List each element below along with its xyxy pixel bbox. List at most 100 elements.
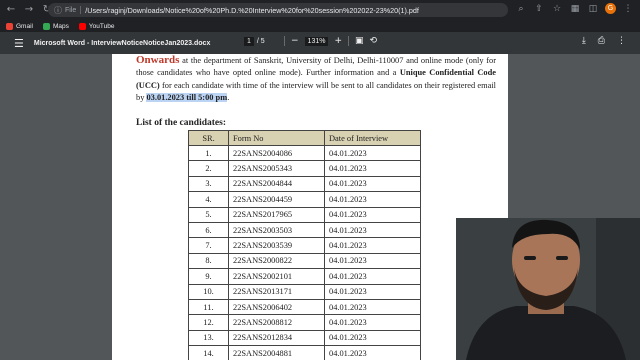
more-options-icon[interactable]: ⋮ xyxy=(617,36,626,46)
bookmark-gmail[interactable]: Gmail xyxy=(6,22,33,30)
bookmark-star-icon[interactable]: ☆ xyxy=(551,4,563,14)
more-menu-icon[interactable]: ⋮ xyxy=(622,4,634,14)
header-form-no: Form No xyxy=(228,130,325,146)
table-row: 10. 22SANS2013171 04.01.2023 xyxy=(188,283,421,300)
cell-form-no: 22SANS2004459 xyxy=(228,191,325,208)
share-icon[interactable]: ⇧ xyxy=(533,4,545,14)
cell-form-no: 22SANS2008812 xyxy=(228,314,325,331)
address-bar[interactable]: ⓘ File /Users/raginj/Downloads/Notice%20… xyxy=(48,3,508,17)
cell-form-no: 22SANS2006402 xyxy=(228,298,325,316)
table-row: 8. 22SANS2000822 04.01.2023 xyxy=(188,252,421,270)
cell-sr: 9. xyxy=(188,268,229,285)
table-row: 3. 22SANS2004844 04.01.2023 xyxy=(188,175,421,193)
toolbar-separator xyxy=(284,36,285,46)
zoom-icon[interactable]: ⌕ xyxy=(515,4,527,14)
cell-form-no: 22SANS2005343 xyxy=(228,160,325,177)
cell-sr: 1. xyxy=(188,144,229,162)
bookmark-label: Gmail xyxy=(16,22,33,30)
cell-form-no: 22SANS2012834 xyxy=(228,329,325,347)
page-indicator: 1 / 5 xyxy=(244,37,265,46)
cell-sr: 12. xyxy=(188,314,229,331)
cell-date: 04.01.2023 xyxy=(324,329,421,347)
cell-date: 04.01.2023 xyxy=(324,345,421,360)
table-row: 7. 22SANS2003539 04.01.2023 xyxy=(188,237,421,254)
paragraph-end: . xyxy=(227,93,230,103)
webcam-overlay xyxy=(456,218,640,360)
pdf-toolbar: ☰ Microsoft Word - InterviewNoticeNotice… xyxy=(0,32,640,54)
cell-form-no: 22SANS2013171 xyxy=(228,283,325,300)
cell-date: 04.01.2023 xyxy=(324,298,421,316)
forward-arrow-icon[interactable]: → xyxy=(22,3,36,17)
table-header-row: SR. Form No Date of Interview xyxy=(188,130,421,146)
cell-sr: 10. xyxy=(188,283,229,300)
cell-date: 04.01.2023 xyxy=(324,221,421,239)
extensions-icon[interactable]: ▦ xyxy=(569,4,581,14)
cell-sr: 4. xyxy=(188,191,229,208)
cell-sr: 13. xyxy=(188,329,229,347)
presenter-image xyxy=(456,218,640,360)
cell-sr: 7. xyxy=(188,237,229,254)
back-arrow-icon[interactable]: ← xyxy=(4,3,18,17)
bookmarks-bar: Gmail Maps YouTube xyxy=(0,20,640,32)
zoom-in-icon[interactable]: + xyxy=(334,36,342,46)
hamburger-menu-icon[interactable]: ☰ xyxy=(14,37,24,50)
bookmark-youtube[interactable]: YouTube xyxy=(78,22,114,30)
cell-sr: 5. xyxy=(188,206,229,223)
document-title: Microsoft Word - InterviewNoticeNoticeJa… xyxy=(33,39,211,47)
zoom-out-icon[interactable]: − xyxy=(291,36,299,46)
cell-date: 04.01.2023 xyxy=(324,268,421,285)
maps-icon xyxy=(42,22,50,30)
cell-form-no: 22SANS2000822 xyxy=(228,252,325,270)
table-body: 1. 22SANS2004086 04.01.2023 2. 22SANS2005343… xyxy=(188,144,421,360)
bookmark-maps[interactable]: Maps xyxy=(42,22,69,30)
browser-actions: ⌕ ⇧ ☆ ▦ ◫ G ⋮ xyxy=(515,3,634,14)
table-row: 6. 22SANS2003503 04.01.2023 xyxy=(188,221,421,239)
bookmark-label: Maps xyxy=(52,22,69,30)
table-row: 5. 22SANS2017965 04.01.2023 xyxy=(188,206,421,223)
sidebar-icon[interactable]: ◫ xyxy=(587,4,599,14)
notice-paragraph: Onwards at the department of Sanskrit, U… xyxy=(136,54,496,105)
cell-date: 04.01.2023 xyxy=(324,314,421,331)
candidates-table: SR. Form No Date of Interview 1. 22SANS20… xyxy=(188,130,421,360)
cell-form-no: 22SANS2002101 xyxy=(228,268,325,285)
youtube-icon xyxy=(78,22,86,30)
cell-date: 04.01.2023 xyxy=(324,237,421,254)
print-icon[interactable]: ⎙ xyxy=(598,36,605,46)
cell-form-no: 22SANS2004086 xyxy=(228,144,325,162)
header-sr: SR. xyxy=(188,130,229,146)
onwards-text: Onwards xyxy=(136,54,180,66)
fit-to-page-icon[interactable]: ▣ xyxy=(355,36,364,46)
pdf-viewer[interactable]: Onwards at the department of Sanskrit, U… xyxy=(0,54,640,360)
table-row: 14. 22SANS2004881 04.01.2023 xyxy=(188,345,421,360)
page-number-input[interactable]: 1 xyxy=(244,37,254,46)
cell-form-no: 22SANS2003503 xyxy=(228,221,325,239)
download-icon[interactable]: ⤓ xyxy=(582,36,586,46)
browser-toolbar: ← → ↻ ⓘ File /Users/raginj/Downloads/Not… xyxy=(0,0,640,20)
table-row: 11. 22SANS2006402 04.01.2023 xyxy=(188,298,421,316)
pdf-page: Onwards at the department of Sanskrit, U… xyxy=(112,54,508,360)
cell-date: 04.01.2023 xyxy=(324,206,421,223)
cell-date: 04.01.2023 xyxy=(324,160,421,177)
url-text[interactable]: /Users/raginj/Downloads/Notice%20of%20Ph… xyxy=(85,6,419,15)
toolbar-separator xyxy=(348,36,349,46)
highlighted-deadline: 03.01.2023 till 5:00 pm xyxy=(146,93,228,103)
header-date: Date of Interview xyxy=(324,130,421,146)
cell-form-no: 22SANS2003539 xyxy=(228,237,325,254)
profile-avatar[interactable]: G xyxy=(605,3,616,14)
pdf-actions: ⤓ ⎙ ⋮ xyxy=(582,36,626,46)
cell-date: 04.01.2023 xyxy=(324,191,421,208)
cell-date: 04.01.2023 xyxy=(324,175,421,193)
cell-sr: 2. xyxy=(188,160,229,177)
table-row: 4. 22SANS2004459 04.01.2023 xyxy=(188,191,421,208)
cell-date: 04.01.2023 xyxy=(324,283,421,300)
info-icon[interactable]: ⓘ xyxy=(54,5,62,16)
rotate-icon[interactable]: ⟲ xyxy=(370,36,378,46)
zoom-level-input[interactable]: 131% xyxy=(304,36,329,46)
table-row: 13. 22SANS2012834 04.01.2023 xyxy=(188,329,421,347)
list-title: List of the candidates: xyxy=(136,118,226,128)
table-row: 1. 22SANS2004086 04.01.2023 xyxy=(188,144,421,162)
table-row: 9. 22SANS2002101 04.01.2023 xyxy=(188,268,421,285)
omnibox-divider xyxy=(80,6,82,14)
cell-date: 04.01.2023 xyxy=(324,144,421,162)
table-row: 12. 22SANS2008812 04.01.2023 xyxy=(188,314,421,331)
